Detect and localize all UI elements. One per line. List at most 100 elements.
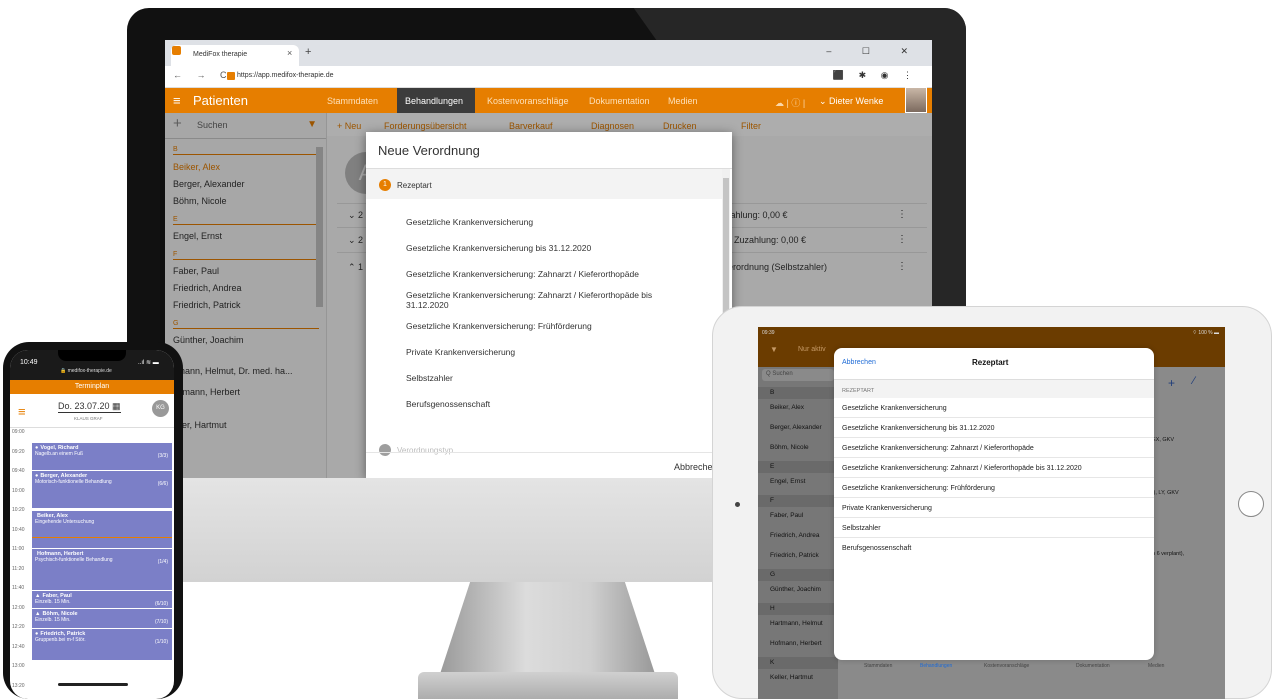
appointment-detail: Nagelb.an einem Fuß	[35, 451, 84, 457]
appointment-card[interactable]: ● Vogel, Richard Nagelb.an einem Fuß (3/3)	[32, 442, 172, 470]
divider	[366, 452, 732, 453]
prescription-type-option[interactable]: Gesetzliche Krankenversicherung bis 31.1…	[834, 418, 1154, 438]
prescription-type-option[interactable]: Gesetzliche Krankenversicherung: Zahnarz…	[406, 269, 686, 279]
time-label: 09:40	[12, 468, 25, 474]
list-section-letter: E	[758, 461, 838, 473]
appointment-detail: Eingehende Untersuchung	[35, 519, 95, 525]
nav-stammdaten[interactable]: Stammdaten	[327, 96, 378, 106]
user-menu[interactable]: ⌄ Dieter Wenke	[819, 96, 883, 107]
list-item[interactable]: Friedrich, Patrick	[758, 552, 838, 559]
step-number-badge	[379, 444, 391, 456]
user-avatar[interactable]	[905, 87, 927, 113]
tab-dokumentation[interactable]: Dokumentation	[1076, 663, 1110, 669]
prescription-type-option[interactable]: Gesetzliche Krankenversicherung: Frühför…	[834, 478, 1154, 498]
tab-stammdaten[interactable]: Stammdaten	[864, 663, 892, 669]
prescription-type-option[interactable]: Berufsgenossenschaft	[834, 538, 1154, 558]
appointment-card[interactable]: ● Berger, Alexander Motorisch-funktionelle…	[32, 470, 172, 508]
time-label: 12:40	[12, 643, 25, 650]
tab-medien[interactable]: Medien	[1148, 663, 1164, 669]
list-item[interactable]: Beiker, Alex	[758, 404, 838, 411]
hamburger-menu-icon[interactable]: ≡	[18, 404, 26, 419]
list-item[interactable]: Hofmann, Herbert	[758, 640, 838, 647]
status-time: 10:49	[20, 359, 38, 366]
phone-title-bar: Terminplan	[10, 380, 174, 394]
list-item[interactable]: Engel, Ernst	[758, 478, 838, 485]
prescription-type-option[interactable]: Gesetzliche Krankenversicherung: Zahnarz…	[834, 458, 1154, 478]
time-label: 10:40	[12, 526, 25, 533]
header-icons[interactable]: ☁ | ⓘ |	[775, 96, 805, 109]
time-label: 11:40	[12, 585, 25, 591]
list-item[interactable]: Keller, Hartmut	[758, 674, 838, 681]
sidebar-patient-hidden: ofmann, Herbert	[175, 387, 241, 397]
list-item[interactable]: Böhm, Nicole	[758, 444, 838, 451]
close-tab-icon[interactable]: ×	[287, 48, 292, 58]
step-label: Verordnungstyp	[397, 446, 454, 455]
time-label: 10:00	[12, 487, 25, 494]
monitor-stand	[440, 582, 655, 674]
window-controls[interactable]: – ☐ ✕	[826, 46, 922, 57]
detail-text: EX, GKV	[1152, 437, 1175, 443]
cancel-button[interactable]: Abbreche	[674, 462, 713, 472]
phone-screen: 10:49 ..ıl ≋ ▬ 🔒 medifox-therapie.de Ter…	[10, 350, 174, 699]
prescription-type-option[interactable]: Private Krankenversicherung	[406, 347, 686, 357]
step-number-badge: 1	[379, 179, 391, 191]
nav-medien[interactable]: Medien	[668, 96, 698, 106]
step-label: Rezeptart	[397, 181, 432, 190]
patients-title: Patienten	[193, 93, 248, 108]
active-filter-label[interactable]: Nur aktiv	[798, 346, 826, 353]
user-avatar[interactable]: KG	[152, 400, 169, 417]
prescription-type-sheet: Abbrechen Rezeptart REZEPTART Gesetzlich…	[834, 348, 1154, 660]
new-tab-button[interactable]: +	[305, 46, 311, 58]
prescription-type-option[interactable]: Gesetzliche Krankenversicherung: Zahnarz…	[406, 290, 686, 310]
search-input[interactable]: Q Suchen	[762, 369, 834, 381]
appointment-card[interactable]: ▲ Faber, Paul Einzelb. 15 Min. (6/10)	[32, 590, 172, 608]
phone-url[interactable]: 🔒 medifox-therapie.de	[60, 368, 112, 374]
status-time: 09:39	[762, 330, 775, 336]
prescription-type-option[interactable]: Gesetzliche Krankenversicherung	[406, 217, 686, 227]
list-section-letter: G	[758, 569, 838, 581]
tab-behandlungen[interactable]: Behandlungen	[920, 663, 952, 669]
tablet-camera	[735, 502, 740, 507]
add-icon[interactable]: +	[1168, 376, 1175, 390]
detail-text: n 6 verplant),	[1152, 551, 1185, 557]
cancel-button[interactable]: Abbrechen	[842, 359, 876, 366]
list-section-letter: B	[758, 387, 838, 399]
hamburger-menu-icon[interactable]: ≡	[173, 93, 181, 108]
list-item[interactable]: Faber, Paul	[758, 512, 838, 519]
appointment-card[interactable]: ▲ Böhm, Nicole Einzelb. 15 Min. (7/10)	[32, 608, 172, 628]
nav-dokumentation[interactable]: Dokumentation	[589, 96, 650, 106]
appointment-detail: Einzelb. 15 Min.	[35, 617, 71, 623]
prescription-type-option[interactable]: Gesetzliche Krankenversicherung	[834, 398, 1154, 418]
nav-behandlungen-active[interactable]: Behandlungen	[397, 88, 475, 113]
list-item[interactable]: Berger, Alexander	[758, 424, 838, 431]
product-mockup-scene: MediFox therapie × + – ☐ ✕ ← → C https:/…	[0, 0, 1272, 699]
prescription-type-option[interactable]: Berufsgenossenschaft	[406, 399, 686, 409]
appointment-card[interactable]: Hofmann, Herbert Psychisch-funktionelle B…	[32, 548, 172, 590]
list-item[interactable]: Friedrich, Andrea	[758, 532, 838, 539]
battery-icon: ⌔ 100 % ▬	[1192, 330, 1219, 336]
tablet-home-button[interactable]	[1238, 491, 1264, 517]
filter-icon[interactable]: ▼	[770, 345, 778, 354]
edit-icon[interactable]: ∕	[1193, 375, 1195, 387]
appointment-detail: Einzelb. 15 Min.	[35, 599, 71, 605]
appointment-card[interactable]: ● Friedrich, Patrick Gruppenb.bei m-f Stör…	[32, 628, 172, 660]
sheet-title: Rezeptart	[972, 358, 1009, 367]
nav-kostenvoranschlaege[interactable]: Kostenvoranschläge	[487, 96, 569, 106]
prescription-type-option[interactable]: Gesetzliche Krankenversicherung bis 31.1…	[406, 243, 686, 253]
extension-icons[interactable]: ⬛ ✱ ◉ ⋮	[833, 70, 918, 81]
appointment-card[interactable]: Beiker, Alex Eingehende Untersuchung	[32, 510, 172, 548]
date-picker[interactable]: Do. 23.07.20 ▦	[58, 401, 121, 413]
prescription-type-option[interactable]: Selbstzahler	[406, 373, 686, 383]
address-bar[interactable]: https://app.medifox-therapie.de	[223, 68, 903, 85]
sheet-header: Abbrechen Rezeptart	[834, 348, 1154, 380]
prescription-type-option[interactable]: Gesetzliche Krankenversicherung: Frühför…	[406, 321, 686, 331]
time-label: 09:20	[12, 448, 25, 455]
browser-tab[interactable]: MediFox therapie	[171, 45, 299, 66]
list-item[interactable]: Hartmann, Helmut	[758, 620, 838, 627]
prescription-type-option[interactable]: Selbstzahler	[834, 518, 1154, 538]
prescription-type-option[interactable]: Gesetzliche Krankenversicherung: Zahnarz…	[834, 438, 1154, 458]
prescription-type-option[interactable]: Private Krankenversicherung	[834, 498, 1154, 518]
detail-text: t), LY, GKV	[1152, 490, 1179, 496]
tab-kostenvoranschlaege[interactable]: Kostenvoranschläge	[984, 663, 1029, 669]
list-item[interactable]: Günther, Joachim	[758, 586, 838, 593]
